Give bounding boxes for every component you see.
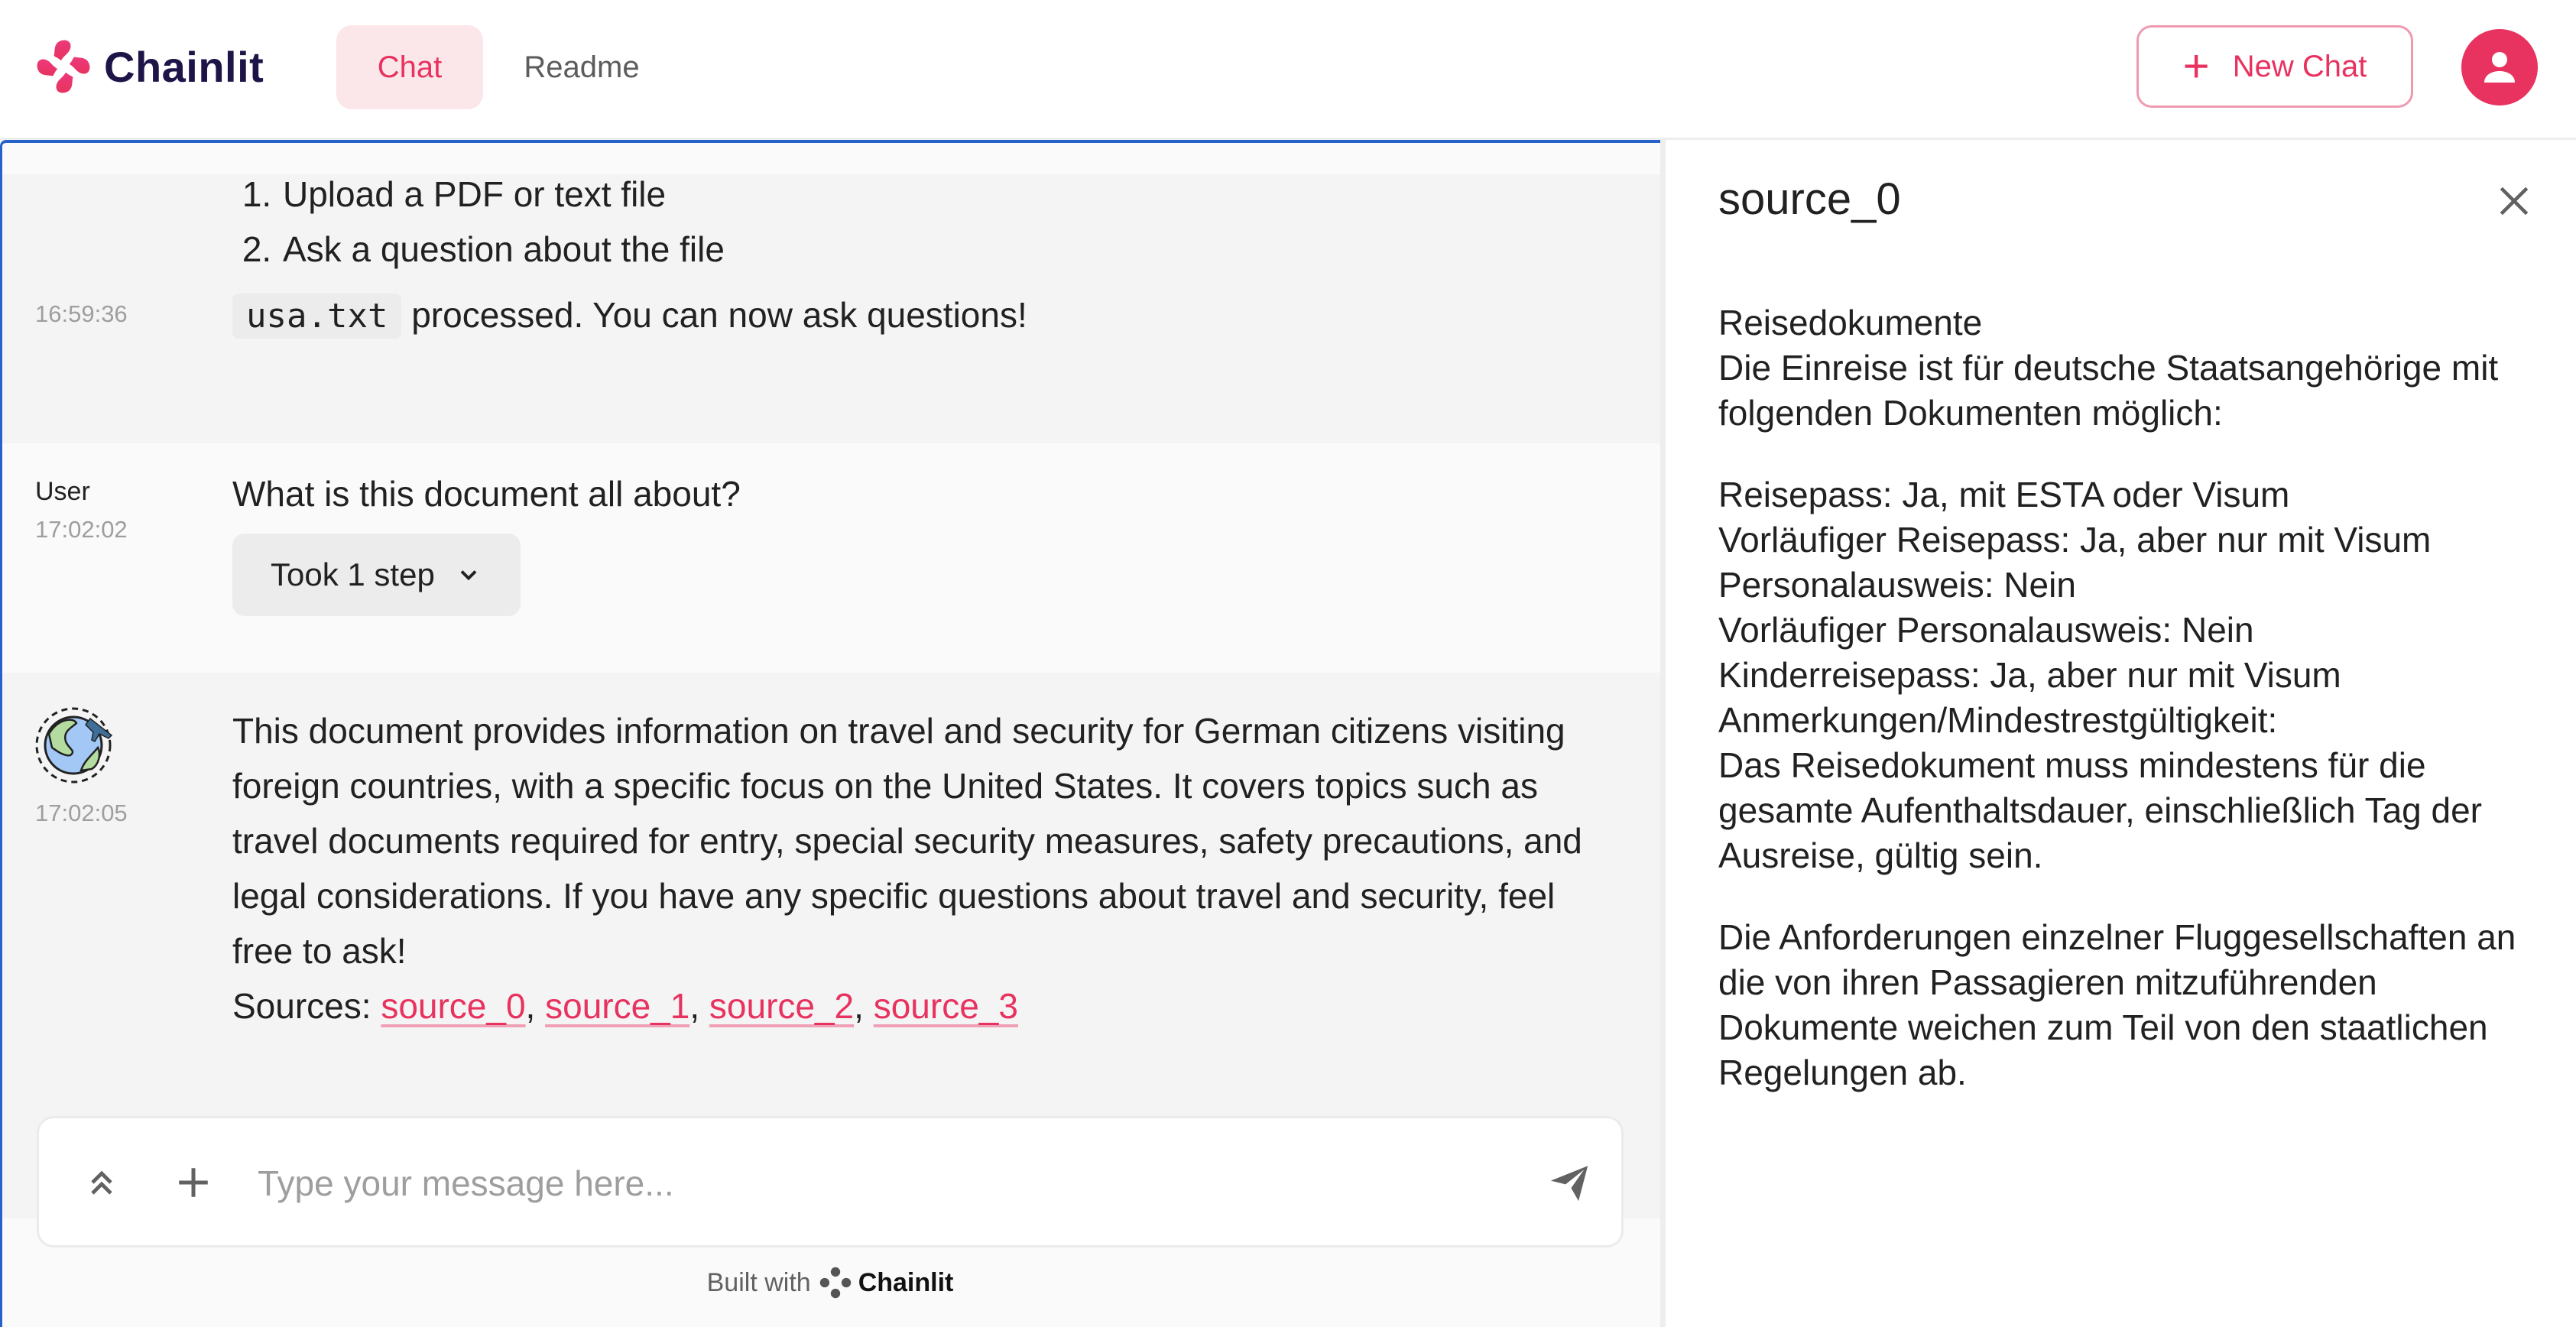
double-chevron-up-icon	[91, 1170, 112, 1195]
message-content: What is this document all about? Took 1 …	[232, 466, 741, 616]
built-with-label: Built with	[706, 1267, 811, 1297]
message-composer	[37, 1116, 1624, 1248]
user-icon	[2484, 52, 2515, 83]
file-name: usa.txt	[232, 294, 402, 339]
message-content: This document provides information on tr…	[232, 703, 1624, 1033]
panel-divider	[1660, 140, 1666, 1327]
new-chat-label: New Chat	[2232, 49, 2367, 83]
source-paragraph: Reisepass: Ja, mit ESTA oder Visum Vorlä…	[1718, 472, 2544, 878]
new-chat-button[interactable]: + New Chat	[2136, 25, 2413, 108]
tab-chat[interactable]: Chat	[336, 25, 483, 109]
source-line: Kinderreisepass: Ja, aber nur mit Visum	[1718, 655, 2341, 695]
chainlit-logo-icon	[819, 1267, 851, 1299]
sources-line: Sources: source_0, source_1, source_2, s…	[232, 986, 1018, 1026]
message-user: User 17:02:02 What is this document all …	[0, 443, 1660, 673]
brand-logo[interactable]: Chainlit	[34, 38, 264, 95]
message-time: 16:59:36	[35, 300, 128, 327]
top-header: Chainlit Chat Readme + New Chat	[0, 0, 2576, 140]
source-line: Das Reisedokument muss mindestens für di…	[1718, 745, 2482, 875]
attach-file-button[interactable]	[169, 1158, 218, 1207]
source-paragraph: Die Anforderungen einzelner Fluggesellsc…	[1718, 915, 2544, 1095]
footer-brand: Chainlit	[858, 1267, 954, 1297]
close-panel-button[interactable]	[2491, 178, 2537, 224]
plus-icon: +	[2182, 41, 2210, 92]
message-time: 17:02:02	[35, 516, 128, 543]
message-meta: User 17:02:02	[35, 477, 128, 543]
chevron-down-icon	[460, 570, 477, 581]
source-content: Reisedokumente Die Einreise ist für deut…	[1718, 300, 2544, 1132]
message-time: 17:02:05	[35, 800, 128, 826]
chainlit-logo-icon	[37, 40, 90, 93]
message-text: processed. You can now ask questions!	[411, 295, 1027, 335]
globe-airplane-icon	[35, 707, 113, 784]
close-icon	[2500, 187, 2529, 216]
message-system: Upload a PDF or text file Ask a question…	[0, 174, 1660, 443]
send-icon	[1550, 1166, 1588, 1202]
source-side-panel: source_0 Reisedokumente Die Einreise ist…	[1666, 140, 2576, 1327]
message-text: This document provides information on tr…	[232, 711, 1582, 971]
instructions-list: Upload a PDF or text file Ask a question…	[232, 167, 725, 277]
source-line: Vorläufiger Reisepass: Ja, aber nur mit …	[1718, 520, 2432, 560]
send-button[interactable]	[1545, 1158, 1594, 1207]
source-link-0[interactable]: source_0	[381, 986, 525, 1026]
built-with-footer[interactable]: Built with Chainlit	[0, 1264, 1660, 1302]
source-link-3[interactable]: source_3	[874, 986, 1018, 1026]
tab-readme[interactable]: Readme	[497, 25, 667, 109]
source-link-1[interactable]: source_1	[545, 986, 689, 1026]
user-avatar-button[interactable]	[2461, 29, 2538, 105]
list-item: Upload a PDF or text file	[281, 167, 725, 222]
step-label: Took 1 step	[271, 556, 435, 592]
message-input[interactable]	[256, 1149, 1513, 1218]
list-item: Ask a question about the file	[281, 222, 725, 277]
took-step-toggle[interactable]: Took 1 step	[232, 534, 521, 616]
plus-icon	[179, 1168, 208, 1197]
source-line: Anmerkungen/Mindestrestgültigkeit:	[1718, 700, 2278, 740]
source-line: Reisepass: Ja, mit ESTA oder Visum	[1718, 475, 2290, 514]
message-text: What is this document all about?	[232, 474, 741, 514]
source-line: Die Einreise ist für deutsche Staatsange…	[1718, 348, 2499, 433]
source-line: Vorläufiger Personalausweis: Nein	[1718, 610, 2254, 650]
chat-panel: Upload a PDF or text file Ask a question…	[0, 140, 1660, 1327]
side-panel-title: source_0	[1718, 174, 1901, 224]
scroll-history-button[interactable]	[77, 1158, 126, 1207]
message-author: User	[35, 477, 90, 506]
source-link-2[interactable]: source_2	[709, 986, 854, 1026]
brand-name: Chainlit	[104, 42, 264, 91]
source-line: Personalausweis: Nein	[1718, 565, 2076, 605]
file-processed-message: usa.txt processed. You can now ask quest…	[232, 287, 1027, 344]
source-line: Reisedokumente	[1718, 303, 1983, 342]
message-meta: 17:02:05	[35, 703, 128, 827]
source-paragraph: Reisedokumente Die Einreise ist für deut…	[1718, 300, 2544, 436]
source-line: Die Anforderungen einzelner Fluggesellsc…	[1718, 917, 2516, 1092]
sources-label: Sources:	[232, 986, 371, 1026]
message-content: Upload a PDF or text file Ask a question…	[232, 167, 725, 277]
message-meta: 16:59:36	[35, 300, 128, 328]
